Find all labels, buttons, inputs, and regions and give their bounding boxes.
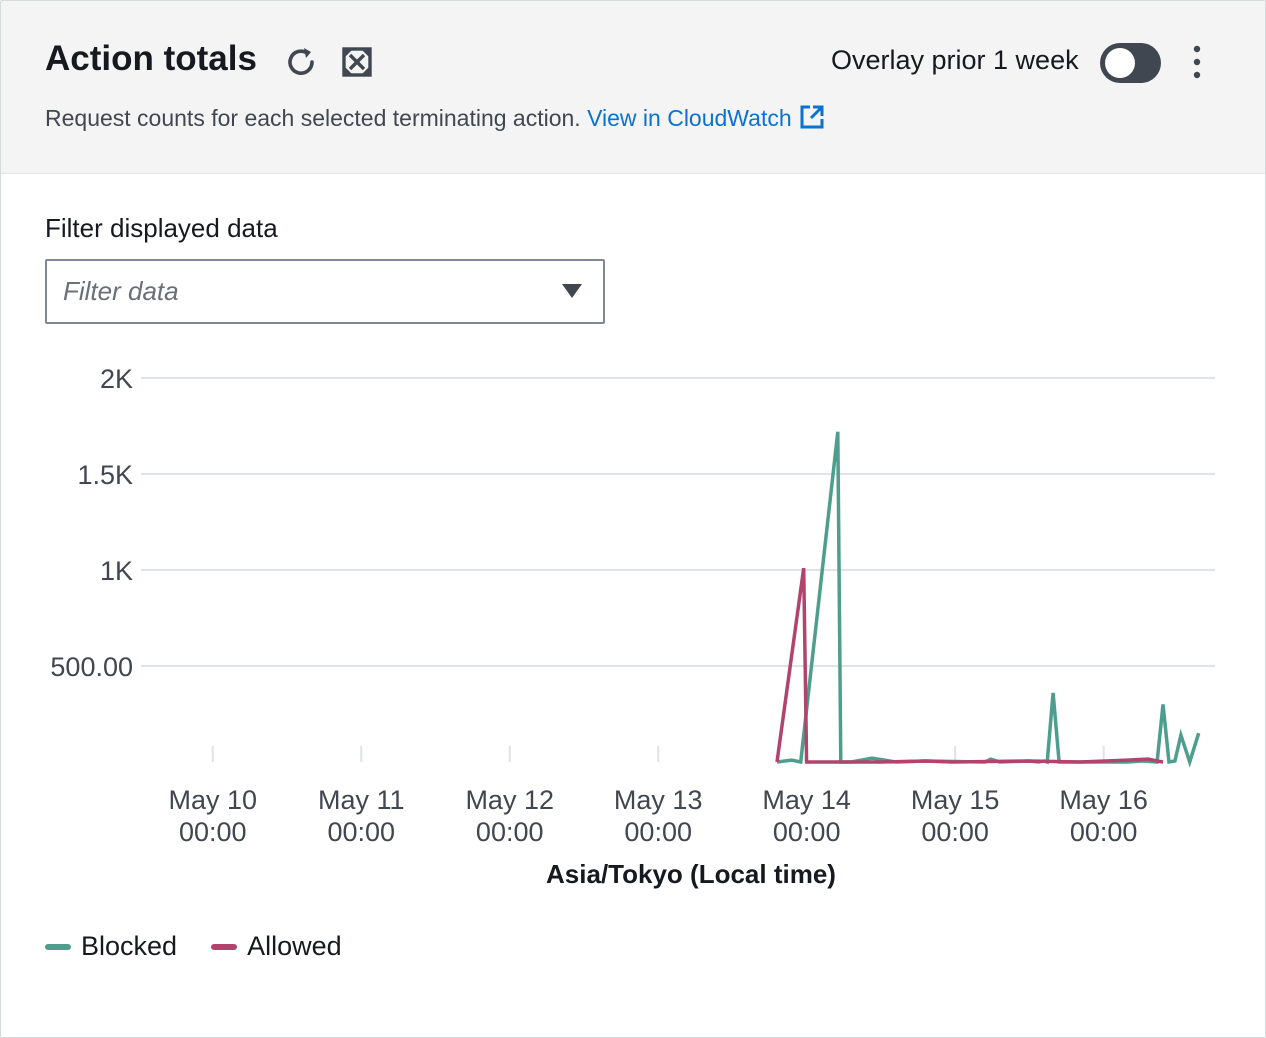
filter-label: Filter displayed data xyxy=(45,213,278,243)
cloudwatch-link-text: View in CloudWatch xyxy=(587,105,792,131)
fullscreen-icon[interactable] xyxy=(338,43,376,81)
x-tick-label-time: 00:00 xyxy=(1070,817,1138,847)
y-tick-label: 1.5K xyxy=(77,460,133,490)
chart-legend: Blocked Allowed xyxy=(45,931,342,962)
legend-swatch-allowed xyxy=(211,943,238,950)
x-tick-label-date: May 10 xyxy=(168,785,257,815)
panel-header: Action totals Overlay prior 1 week Reque… xyxy=(1,1,1265,174)
action-totals-chart: 2K1.5K1K500.00 May 1000:00May 1100:00May… xyxy=(50,364,1215,889)
legend-swatch-blocked xyxy=(45,943,71,950)
legend-label-allowed: Allowed xyxy=(247,931,342,961)
legend-label-blocked: Blocked xyxy=(81,931,178,961)
external-link-icon xyxy=(798,103,826,137)
y-tick-label: 1K xyxy=(100,556,133,586)
x-tick-label-date: May 15 xyxy=(911,785,1000,815)
x-tick-label-time: 00:00 xyxy=(921,817,989,847)
x-tick-label-date: May 13 xyxy=(614,785,703,815)
refresh-icon[interactable] xyxy=(282,43,320,81)
caret-down-icon xyxy=(561,283,583,304)
x-tick-label-date: May 12 xyxy=(465,785,554,815)
grid-layer xyxy=(141,377,1215,667)
series-layer xyxy=(775,431,1201,768)
legend-item-blocked[interactable]: Blocked xyxy=(45,931,177,962)
filter-placeholder: Filter data xyxy=(63,276,179,306)
y-tick-label: 500.00 xyxy=(50,652,133,682)
panel-title: Action totals xyxy=(45,39,257,78)
view-in-cloudwatch-link[interactable]: View in CloudWatch xyxy=(587,105,826,131)
x-tick-label-date: May 14 xyxy=(762,785,851,815)
x-tick-label-time: 00:00 xyxy=(179,817,247,847)
x-tick-label-time: 00:00 xyxy=(327,817,395,847)
toggle-knob xyxy=(1105,48,1135,78)
action-totals-panel: Action totals Overlay prior 1 week Reque… xyxy=(0,0,1266,1038)
description-text: Request counts for each selected termina… xyxy=(45,105,581,131)
x-tick-label-time: 00:00 xyxy=(773,817,841,847)
y-tick-label: 2K xyxy=(100,364,133,394)
more-vertical-icon[interactable] xyxy=(1181,41,1213,83)
overlay-toggle[interactable] xyxy=(1100,43,1161,83)
x-tick-label-time: 00:00 xyxy=(624,817,692,847)
panel-description: Request counts for each selected termina… xyxy=(45,103,826,137)
x-tick-label-time: 00:00 xyxy=(476,817,544,847)
legend-item-allowed[interactable]: Allowed xyxy=(211,931,342,962)
y-axis-ticks: 2K 1.5K 1K 500.00 xyxy=(50,364,133,682)
x-axis-title: Asia/Tokyo (Local time) xyxy=(546,859,836,889)
filter-data-select[interactable]: Filter data xyxy=(45,259,605,324)
series-line-blocked xyxy=(776,431,1201,768)
x-tick-label-date: May 16 xyxy=(1059,785,1148,815)
overlay-prior-week-label: Overlay prior 1 week xyxy=(831,45,1079,75)
x-tick-label-date: May 11 xyxy=(318,785,405,815)
